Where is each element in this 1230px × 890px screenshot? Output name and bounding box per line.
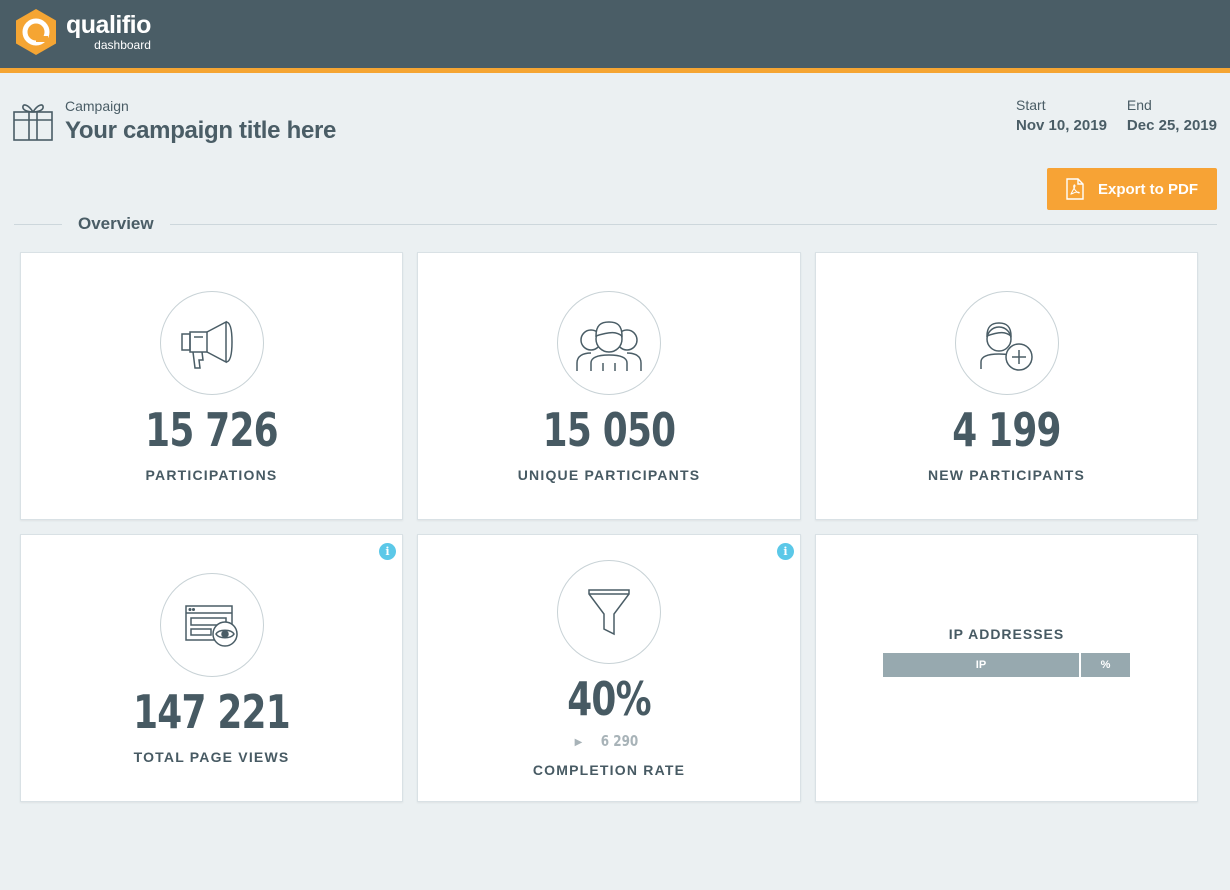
participations-card: 15 726 PARTICIPATIONS (20, 252, 403, 520)
completion-rate-card: i 40% ▶ 6 290 COMPLETION RATE (417, 534, 801, 802)
completion-count-value: 6 290 (601, 732, 639, 750)
icon-circle (954, 291, 1059, 395)
gift-icon (13, 104, 53, 141)
new-participants-label: NEW PARTICIPANTS (927, 467, 1086, 483)
pdf-file-icon (1066, 178, 1084, 200)
overview-title: Overview (78, 214, 154, 233)
icon-circle (557, 560, 661, 664)
percent-column-header[interactable]: % (1081, 653, 1130, 677)
total-page-views-label: TOTAL PAGE VIEWS (133, 749, 290, 765)
ip-addresses-card: IP ADDRESSES IP % (815, 534, 1198, 802)
icon-circle (159, 291, 264, 395)
export-pdf-button[interactable]: Export to PDF (1047, 168, 1217, 210)
campaign-label: Campaign (65, 98, 129, 114)
end-date-value: Dec 25, 2019 (1126, 117, 1217, 134)
megaphone-icon (180, 320, 233, 369)
total-page-views-card: i 147 221 TOTAL PAGE VIEWS (20, 534, 403, 802)
logo-subtitle: dashboard (94, 38, 151, 52)
unique-participants-card: 15 050 UNIQUE PARTICIPANTS (417, 252, 801, 520)
start-date: Start Nov 10, 2019 (1016, 97, 1107, 134)
ip-addresses-title: IP ADDRESSES (948, 626, 1065, 642)
export-pdf-label: Export to PDF (1098, 180, 1198, 198)
start-date-value: Nov 10, 2019 (1016, 117, 1107, 134)
completion-rate-value: 40% (567, 672, 651, 726)
icon-circle (557, 291, 661, 395)
end-date: End Dec 25, 2019 (1127, 97, 1217, 134)
funnel-icon (588, 589, 630, 636)
logo-name: qualifio (66, 11, 151, 39)
ip-column-header[interactable]: IP (883, 653, 1079, 677)
new-participants-value: 4 199 (952, 403, 1061, 457)
logo-hexagon-icon (16, 9, 56, 55)
icon-circle (159, 573, 264, 677)
end-date-label: End (1126, 97, 1152, 113)
overview-section-header: Overview (14, 212, 1217, 236)
browser-eye-icon (184, 605, 238, 647)
start-date-label: Start (1016, 97, 1046, 113)
top-bar: qualifio dashboard (0, 0, 1230, 68)
new-participants-card: 4 199 NEW PARTICIPANTS (815, 252, 1198, 520)
qualifio-logo[interactable]: qualifio dashboard (14, 8, 151, 56)
completion-count: ▶ 6 290 (418, 732, 800, 750)
campaign-header: Campaign Your campaign title here (12, 98, 336, 145)
info-icon[interactable]: i (379, 543, 396, 560)
info-icon[interactable]: i (777, 543, 794, 560)
divider (169, 223, 1217, 225)
campaign-title: Your campaign title here (65, 117, 337, 144)
unique-participants-value: 15 050 (542, 403, 676, 457)
campaign-dates: Start Nov 10, 2019 End Dec 25, 2019 (996, 97, 1217, 134)
group-users-icon (576, 321, 642, 371)
unique-participants-label: UNIQUE PARTICIPANTS (517, 467, 701, 483)
ip-table-header: IP % (883, 653, 1130, 677)
total-page-views-value: 147 221 (133, 685, 291, 739)
add-user-icon (979, 322, 1033, 371)
triangle-right-icon: ▶ (574, 737, 583, 748)
accent-stripe (0, 68, 1230, 73)
completion-rate-label: COMPLETION RATE (532, 762, 686, 778)
participations-label: PARTICIPATIONS (145, 467, 278, 483)
participations-value: 15 726 (145, 403, 278, 457)
divider (14, 223, 62, 225)
